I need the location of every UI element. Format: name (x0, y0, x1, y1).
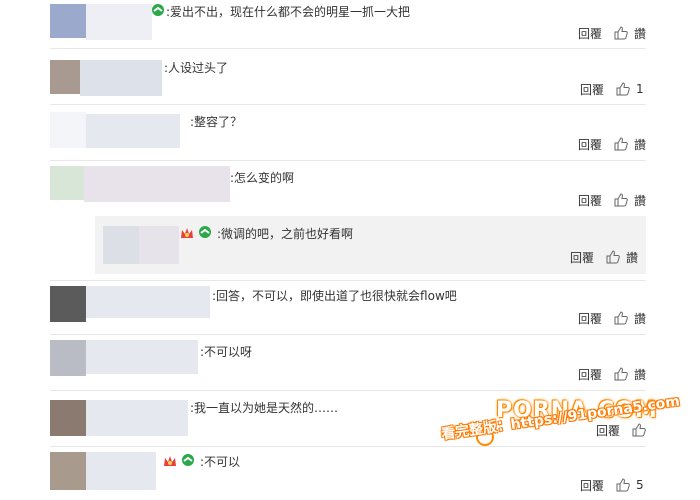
like-label[interactable]: 讚 (634, 310, 646, 327)
crown-badge-icon (181, 228, 193, 238)
username-redacted[interactable] (86, 452, 156, 490)
divider (50, 446, 646, 447)
username-redacted[interactable] (86, 114, 180, 148)
reply-button[interactable]: 回覆 (580, 477, 604, 494)
reply-button[interactable]: 回覆 (580, 81, 604, 98)
vip-badge-icon (152, 4, 164, 16)
comment-text: :不可以 (200, 455, 241, 469)
like-label[interactable]: 讚 (626, 249, 638, 266)
divider (50, 334, 646, 335)
like-label[interactable]: 讚 (634, 136, 646, 153)
username-redacted[interactable] (80, 60, 162, 96)
like-count: 5 (636, 478, 644, 492)
divider (50, 48, 646, 49)
comment-text: :我一直以为她是天然的…… (190, 401, 339, 415)
comment-text: :回答，不可以，即使出道了也很快就会flow吧 (212, 289, 457, 303)
comment-actions: 回覆 讚 (578, 365, 646, 383)
comment-text: :怎么变的啊 (230, 171, 295, 185)
comment-actions: 回覆 讚 (578, 309, 646, 327)
comment-actions: 回覆 讚 (570, 248, 638, 266)
comment-actions: 回覆 讚 (578, 135, 646, 153)
username-redacted[interactable] (84, 166, 230, 202)
thumbs-up-icon[interactable] (616, 82, 630, 96)
vip-badge-icon (199, 226, 211, 238)
avatar[interactable] (50, 452, 86, 490)
thumbs-up-icon[interactable] (614, 193, 628, 207)
comment-actions: 回覆 5 (580, 476, 646, 494)
divider (50, 160, 646, 161)
thumbs-up-icon[interactable] (616, 478, 630, 492)
avatar[interactable] (50, 166, 84, 200)
avatar[interactable] (50, 400, 86, 436)
thumbs-up-icon[interactable] (614, 367, 628, 381)
like-label[interactable]: 讚 (634, 192, 646, 209)
crown-badge-icon (164, 456, 176, 466)
avatar[interactable] (103, 226, 139, 264)
avatar[interactable] (50, 112, 86, 148)
comment-actions: 回覆 (596, 421, 646, 439)
avatar[interactable] (50, 60, 80, 94)
reply-button[interactable]: 回覆 (578, 366, 602, 383)
username-redacted[interactable] (86, 286, 210, 318)
like-label[interactable]: 讚 (634, 25, 646, 42)
username-redacted[interactable] (139, 226, 179, 264)
thumbs-up-icon[interactable] (606, 250, 620, 264)
username-redacted[interactable] (86, 4, 152, 40)
comment-actions: 回覆 讚 (578, 191, 646, 209)
comment-actions: 回覆 1 (580, 80, 646, 98)
username-redacted[interactable] (86, 400, 188, 436)
username-redacted[interactable] (86, 340, 198, 374)
comment-feed: :爱出不出，现在什么都不会的明星一抓一大把 回覆 讚 :人设过头了 回覆 1 :… (0, 0, 700, 500)
divider (50, 104, 646, 105)
divider (50, 390, 646, 391)
reply-button[interactable]: 回覆 (578, 192, 602, 209)
avatar[interactable] (50, 286, 86, 322)
vip-badge-icon (182, 454, 194, 466)
avatar[interactable] (50, 340, 86, 376)
reply-button[interactable]: 回覆 (596, 422, 620, 439)
reply-button[interactable]: 回覆 (578, 25, 602, 42)
reply-button[interactable]: 回覆 (578, 310, 602, 327)
comment-text: :不可以呀 (200, 345, 253, 359)
avatar[interactable] (50, 4, 86, 38)
comment-text: :微调的吧，之前也好看啊 (217, 227, 354, 241)
like-label[interactable]: 讚 (634, 366, 646, 383)
thumbs-up-icon[interactable] (614, 311, 628, 325)
thumbs-up-icon[interactable] (614, 26, 628, 40)
reply-button[interactable]: 回覆 (578, 136, 602, 153)
thumbs-up-icon[interactable] (614, 137, 628, 151)
comment-text: :爱出不出，现在什么都不会的明星一抓一大把 (166, 5, 411, 19)
reply-button[interactable]: 回覆 (570, 249, 594, 266)
thumbs-up-icon[interactable] (632, 423, 646, 437)
nested-reply: :微调的吧，之前也好看啊 回覆 讚 (95, 216, 646, 274)
comment-actions: 回覆 讚 (578, 24, 646, 42)
divider (50, 280, 646, 281)
comment-text: :整容了？ (190, 115, 243, 129)
like-count: 1 (636, 82, 644, 96)
comment-text: :人设过头了 (164, 61, 229, 75)
